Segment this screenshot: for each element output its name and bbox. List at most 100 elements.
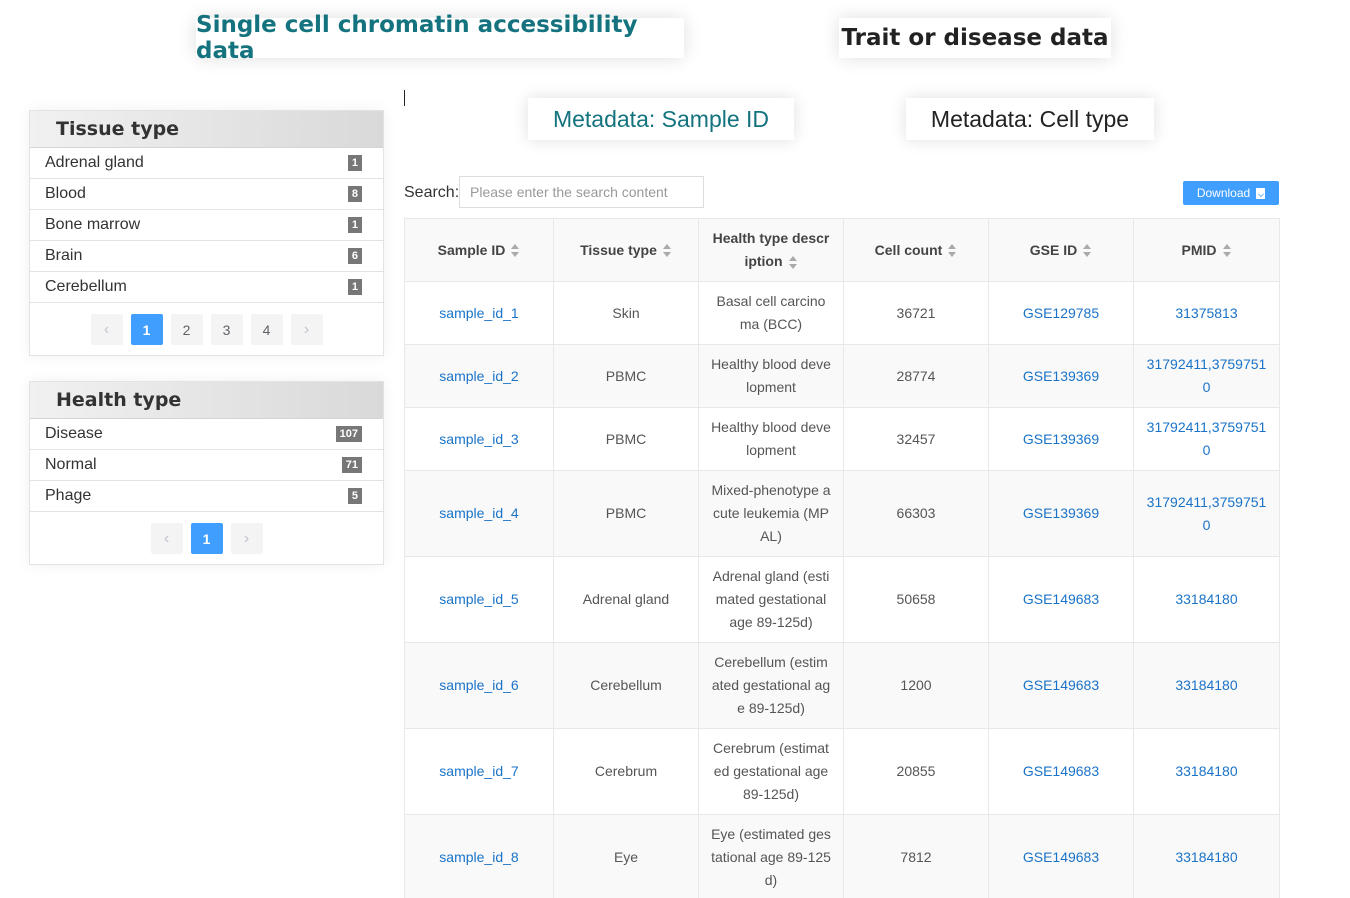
sort-icon[interactable] — [511, 244, 520, 258]
download-button[interactable]: Download — [1183, 181, 1279, 205]
tissue-type-cell: PBMC — [553, 344, 699, 408]
filter-item-disease[interactable]: Disease 107 — [30, 419, 383, 450]
table-row: sample_id_6 Cerebellum Cerebellum (estim… — [404, 642, 1280, 729]
cell-count-cell: 32457 — [843, 407, 989, 471]
pmid-link[interactable]: 33184180 — [1175, 763, 1237, 779]
page-2-button[interactable]: 2 — [170, 314, 203, 345]
header-label: Cell count — [874, 241, 943, 258]
cell-count-cell: 50658 — [843, 556, 989, 643]
health-type-cell: Healthy blood development — [698, 344, 844, 408]
tissue-type-cell: Skin — [553, 281, 699, 345]
cell-count-cell: 36721 — [843, 281, 989, 345]
pmid-link[interactable]: 31792411,37597510 — [1147, 494, 1267, 533]
gse-id-link[interactable]: GSE149683 — [1023, 591, 1099, 607]
table-row: sample_id_3 PBMC Healthy blood developme… — [404, 407, 1280, 471]
header-label: Tissue type — [580, 241, 657, 258]
column-header-cell-count[interactable]: Cell count — [843, 218, 989, 282]
tissue-type-cell: PBMC — [553, 470, 699, 557]
tissue-type-cell: Cerebrum — [553, 728, 699, 815]
filter-item-phage[interactable]: Phage 5 — [30, 481, 383, 512]
filter-item-bone-marrow[interactable]: Bone marrow 1 — [30, 210, 383, 241]
page-1-button[interactable]: 1 — [190, 523, 223, 554]
sample-id-link[interactable]: sample_id_5 — [439, 591, 518, 607]
column-header-pmid[interactable]: PMID — [1133, 218, 1280, 282]
pmid-link[interactable]: 33184180 — [1175, 591, 1237, 607]
sort-icon[interactable] — [1222, 244, 1232, 258]
filter-item-label: Disease — [45, 425, 103, 442]
health-type-cell: Eye (estimated gestational age 89-125d) — [698, 814, 844, 898]
health-type-filter-panel: Health type Disease 107 Normal 71 Phage … — [29, 381, 384, 565]
health-type-cell: Healthy blood development — [698, 407, 844, 471]
count-badge: 8 — [347, 186, 362, 202]
tab-metadata-cell-type[interactable]: Metadata: Cell type — [906, 98, 1154, 140]
tissue-type-cell: Cerebellum — [553, 642, 699, 729]
filter-item-adrenal-gland[interactable]: Adrenal gland 1 — [30, 148, 383, 179]
filter-item-blood[interactable]: Blood 8 — [30, 179, 383, 210]
health-type-cell: Cerebellum (estimated gestational age 89… — [698, 642, 844, 729]
sample-id-link[interactable]: sample_id_4 — [439, 505, 518, 521]
sample-id-link[interactable]: sample_id_1 — [439, 305, 518, 321]
pmid-link[interactable]: 33184180 — [1175, 849, 1237, 865]
filter-item-label: Blood — [45, 185, 86, 202]
tab-trait-disease-data[interactable]: Trait or disease data — [839, 18, 1111, 58]
gse-id-link[interactable]: GSE129785 — [1023, 305, 1099, 321]
count-badge: 1 — [347, 155, 362, 171]
column-header-tissue-type[interactable]: Tissue type — [553, 218, 699, 282]
sample-id-link[interactable]: sample_id_3 — [439, 431, 518, 447]
filter-item-cerebellum[interactable]: Cerebellum 1 — [30, 272, 383, 303]
download-file-icon — [1256, 187, 1266, 199]
page-4-button[interactable]: 4 — [250, 314, 283, 345]
search-input[interactable] — [459, 176, 704, 208]
pmid-link[interactable]: 31792411,37597510 — [1147, 419, 1267, 458]
next-page-button[interactable]: › — [290, 314, 323, 345]
header-label: Sample ID — [437, 241, 506, 258]
page-1-button[interactable]: 1 — [130, 314, 163, 345]
tissue-type-cell: Eye — [553, 814, 699, 898]
table-header-row: Sample ID Tissue type Health type descri… — [404, 218, 1280, 282]
health-type-cell: Basal cell carcinoma (BCC) — [698, 281, 844, 345]
pmid-link[interactable]: 31375813 — [1175, 305, 1237, 321]
table-row: sample_id_4 PBMC Mixed-phenotype acute l… — [404, 470, 1280, 557]
column-header-gse-id[interactable]: GSE ID — [988, 218, 1134, 282]
pmid-link[interactable]: 31792411,37597510 — [1147, 356, 1267, 395]
page-3-button[interactable]: 3 — [210, 314, 243, 345]
sample-id-link[interactable]: sample_id_7 — [439, 763, 518, 779]
count-badge: 107 — [335, 426, 362, 442]
gse-id-link[interactable]: GSE139369 — [1023, 368, 1099, 384]
sort-icon[interactable] — [948, 244, 957, 258]
health-type-cell: Cerebrum (estimated gestational age 89-1… — [698, 728, 844, 815]
count-badge: 71 — [341, 457, 362, 473]
tab-metadata-sample-id[interactable]: Metadata: Sample ID — [528, 98, 794, 140]
gse-id-link[interactable]: GSE149683 — [1023, 849, 1099, 865]
sort-icon[interactable] — [788, 255, 798, 269]
sample-id-link[interactable]: sample_id_8 — [439, 849, 518, 865]
sort-icon[interactable] — [1083, 244, 1092, 258]
header-label: GSE ID — [1029, 241, 1078, 258]
table-row: sample_id_2 PBMC Healthy blood developme… — [404, 344, 1280, 408]
column-header-sample-id[interactable]: Sample ID — [404, 218, 554, 282]
sort-icon[interactable] — [662, 244, 672, 258]
cell-count-cell: 66303 — [843, 470, 989, 557]
sample-id-link[interactable]: sample_id_6 — [439, 677, 518, 693]
count-badge: 6 — [347, 248, 362, 264]
gse-id-link[interactable]: GSE139369 — [1023, 505, 1099, 521]
sample-id-link[interactable]: sample_id_2 — [439, 368, 518, 384]
tab-scca-data[interactable]: Single cell chromatin accessibility data — [196, 12, 684, 64]
filter-item-brain[interactable]: Brain 6 — [30, 241, 383, 272]
filter-item-label: Cerebellum — [45, 278, 127, 295]
gse-id-link[interactable]: GSE149683 — [1023, 763, 1099, 779]
prev-page-button[interactable]: ‹ — [90, 314, 123, 345]
gse-id-link[interactable]: GSE139369 — [1023, 431, 1099, 447]
column-header-health-type-description[interactable]: Health type description — [698, 218, 844, 282]
filter-item-normal[interactable]: Normal 71 — [30, 450, 383, 481]
search-label: Search: — [404, 184, 460, 201]
prev-page-button[interactable]: ‹ — [150, 523, 183, 554]
tissue-type-panel-title: Tissue type — [30, 111, 383, 148]
count-badge: 5 — [347, 488, 362, 504]
pmid-link[interactable]: 33184180 — [1175, 677, 1237, 693]
health-type-cell: Adrenal gland (estimated gestational age… — [698, 556, 844, 643]
health-type-panel-title: Health type — [30, 382, 383, 419]
next-page-button[interactable]: › — [230, 523, 263, 554]
gse-id-link[interactable]: GSE149683 — [1023, 677, 1099, 693]
cell-count-cell: 7812 — [843, 814, 989, 898]
